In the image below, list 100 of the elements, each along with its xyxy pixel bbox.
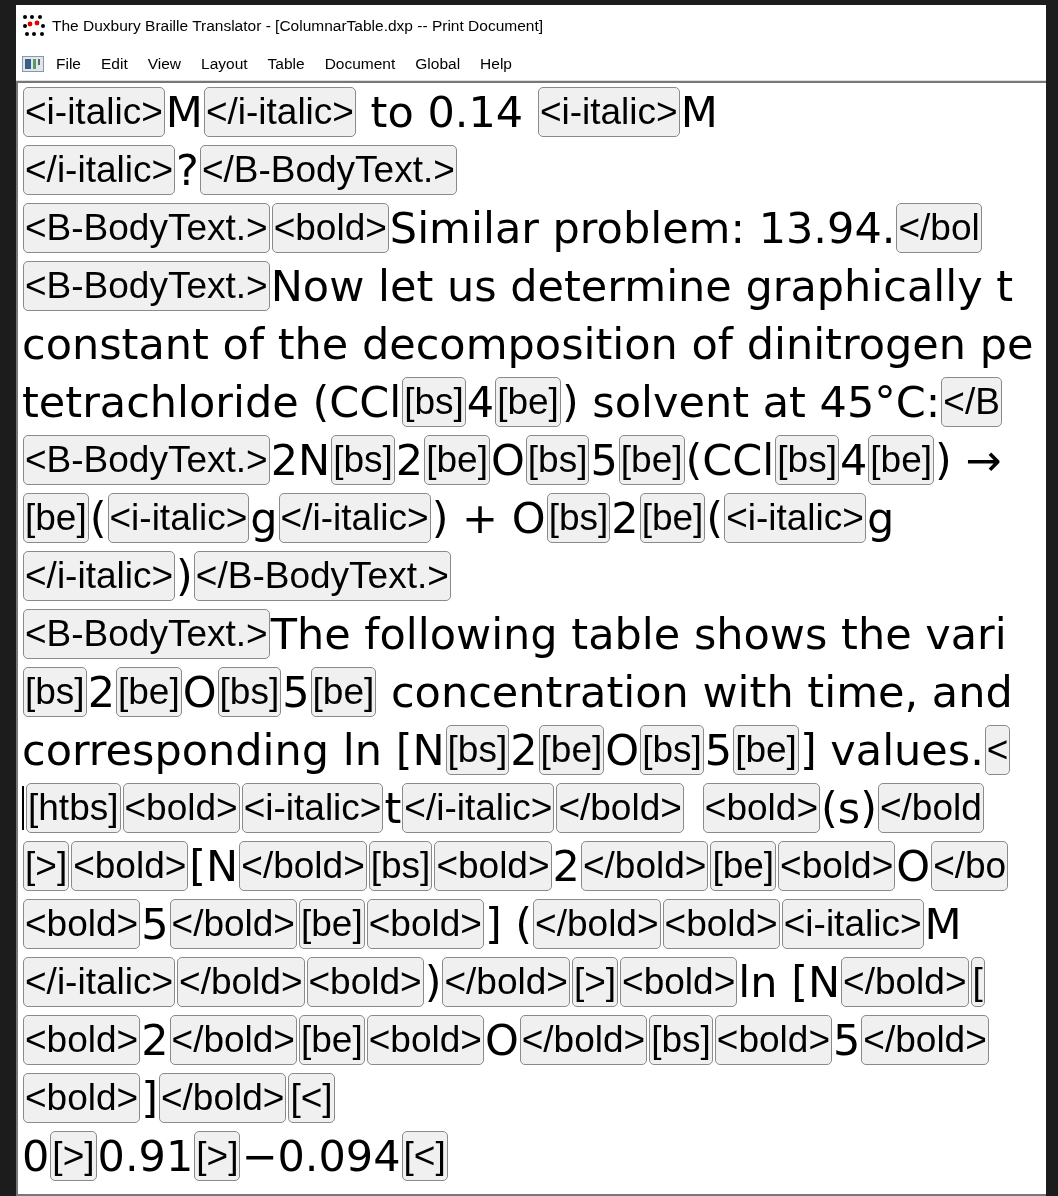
code-tag: </bold>: [442, 957, 570, 1007]
code-tag: <bold>: [366, 899, 484, 949]
code-tag: <bold>: [23, 1015, 141, 1065]
code-tag: [bs]: [402, 377, 466, 427]
menu-item[interactable]: Global: [407, 49, 469, 78]
code-tag: <bold>: [366, 1015, 484, 1065]
document-text: ) solvent at 45°C:: [561, 380, 941, 424]
code-tag: </i-italic>: [23, 145, 176, 195]
document-text: 2N: [270, 438, 331, 482]
code-tag: [be]: [639, 493, 706, 543]
code-tag: [<]: [401, 1131, 448, 1181]
document-text: 5: [282, 670, 310, 714]
code-tag: [bs]: [640, 725, 704, 775]
document-text: ): [176, 554, 193, 598]
code-tag: <i-italic>: [23, 87, 165, 137]
code-tag: <i-italic>: [724, 493, 866, 543]
code-tag: </bold>: [841, 957, 969, 1007]
menu-item[interactable]: View: [139, 49, 190, 78]
menu-item[interactable]: Layout: [193, 49, 256, 78]
document-text: Similar problem: 13.94.: [389, 206, 896, 250]
window-title: The Duxbury Braille Translator - [ColumnarTable.dxp -- Print Document]: [52, 16, 544, 37]
code-tag: [be]: [299, 1015, 365, 1065]
document-text: (: [706, 496, 724, 540]
document-icon[interactable]: [22, 55, 44, 72]
code-tag: </bold>: [169, 1015, 297, 1065]
document-text: 5: [141, 902, 169, 946]
code-tag: </i-italic>: [402, 783, 555, 833]
code-tag: <B-BodyText.>: [23, 435, 270, 485]
code-tag: <bold>: [434, 841, 552, 891]
code-tag: <bold>: [714, 1015, 832, 1065]
code-tag: [htbs]: [26, 783, 121, 833]
code-tag: <bold>: [71, 841, 189, 891]
code-tag: <bold>: [702, 783, 820, 833]
code-tag: <B-BodyText.>: [23, 261, 270, 311]
document-text: 5: [833, 1018, 861, 1062]
code-tag: [be]: [538, 725, 605, 775]
document-text: 5: [704, 728, 733, 772]
code-tag: </B-BodyText.>: [199, 145, 457, 195]
menu-item[interactable]: Edit: [93, 49, 136, 78]
code-tag: [>]: [50, 1131, 97, 1181]
document-text: to 0.14: [369, 90, 525, 134]
code-tag: [be]: [116, 667, 182, 717]
code-tag: <B-BodyText.>: [23, 203, 270, 253]
menu-item[interactable]: Table: [259, 49, 313, 78]
code-tag: [be]: [710, 841, 777, 891]
document-text: 2: [395, 438, 424, 482]
menu-item[interactable]: Document: [316, 49, 404, 78]
document-text: 2: [510, 728, 538, 772]
code-tag: [bs]: [546, 493, 611, 543]
code-tag: </B-BodyText.>: [193, 551, 451, 601]
document-text: O: [490, 438, 525, 482]
code-tag: <i-italic>: [537, 87, 680, 137]
code-tag: </bold>: [556, 783, 684, 833]
document-text: O: [182, 670, 217, 714]
code-tag: </bold>: [158, 1073, 287, 1123]
document-text: ) + O: [431, 496, 546, 540]
code-tag: <i-italic>: [781, 899, 924, 949]
document-text: ) →: [935, 438, 1002, 482]
code-tag: </bold>: [580, 841, 709, 891]
code-tag: [bs]: [331, 435, 395, 485]
code-tag: <bold>: [23, 1073, 141, 1123]
code-tag: [: [970, 957, 985, 1007]
code-tag: </bold>: [533, 899, 661, 949]
code-tag: <bold>: [271, 203, 389, 253]
code-tag: [>]: [23, 841, 70, 891]
document-text: O: [896, 844, 931, 888]
menu-item[interactable]: File: [48, 49, 89, 78]
document-text: t: [384, 786, 402, 830]
document-text: Now let us determine graphically t: [270, 264, 1014, 308]
code-tag: </bo: [931, 841, 1009, 891]
document-text: 0.91: [97, 1134, 194, 1178]
menu-item[interactable]: Help: [472, 49, 520, 78]
code-tag: [<]: [288, 1073, 335, 1123]
code-tag: </bold>: [169, 899, 297, 949]
document-text: 2: [611, 496, 639, 540]
document-text: M: [924, 902, 962, 946]
document-text: tetrachloride (CCl: [22, 380, 402, 424]
code-tag: [be]: [618, 435, 685, 485]
code-tag: </bol: [896, 203, 982, 253]
document-text: g: [866, 496, 895, 540]
document-text: M: [680, 90, 718, 134]
code-tag: </B: [941, 377, 1002, 427]
document-text: ln [N: [738, 960, 841, 1004]
document-text: ] values.: [799, 728, 984, 772]
code-tag: <bold>: [122, 783, 240, 833]
document-text: corresponding ln [N: [22, 728, 445, 772]
code-tag: </bold>: [177, 957, 305, 1007]
code-tag: <i-italic>: [107, 493, 250, 543]
document-text: 5: [590, 438, 618, 482]
document-text: 2: [141, 1018, 169, 1062]
code-tag: [bs]: [445, 725, 510, 775]
document-text: M: [165, 90, 203, 134]
document-text: 2: [552, 844, 580, 888]
code-tag: [bs]: [368, 841, 433, 891]
document-text: 0: [22, 1134, 50, 1178]
code-tag: <bold>: [778, 841, 896, 891]
document-text: ): [424, 960, 442, 1004]
document-text: The following table shows the vari: [270, 612, 1007, 656]
app-logo-icon: [22, 14, 46, 38]
code-tag: </bold: [878, 783, 984, 833]
